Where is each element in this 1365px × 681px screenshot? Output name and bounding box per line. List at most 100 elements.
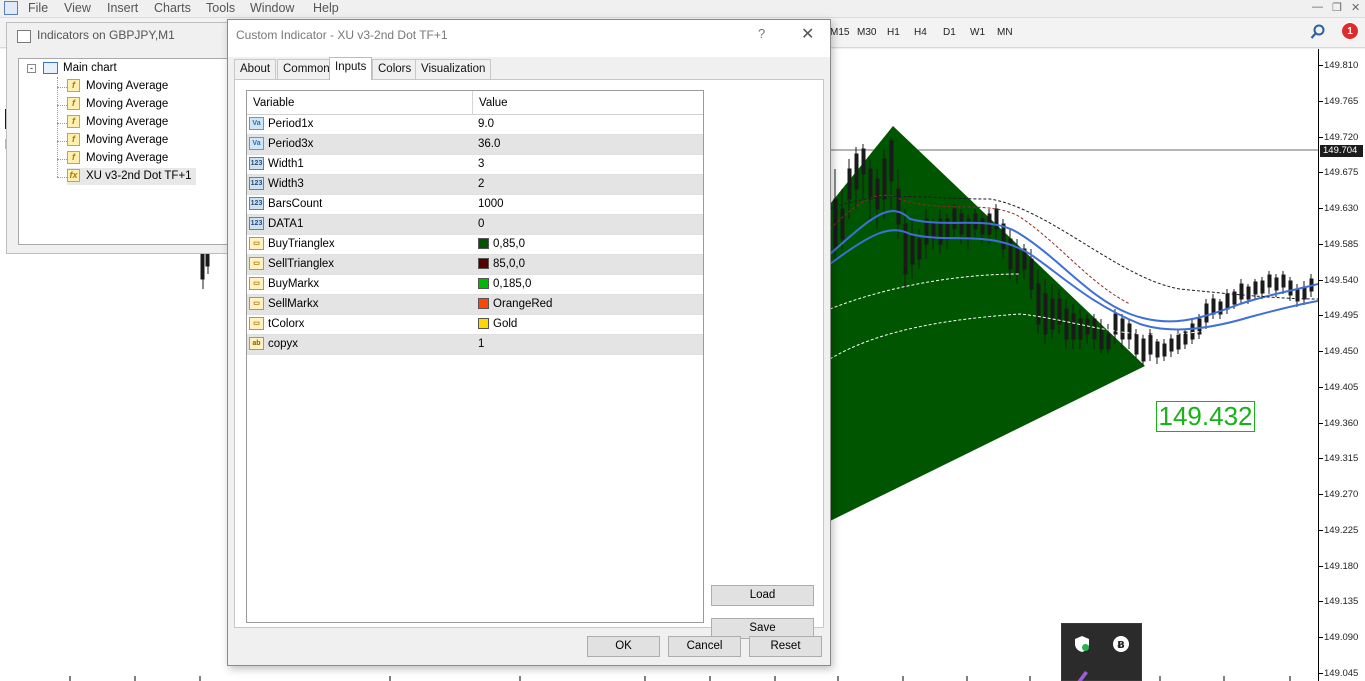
minimize-icon[interactable]: — — [1312, 1, 1323, 13]
custom-indicator-dialog[interactable]: Custom Indicator - XU v3-2nd Dot TF+1 ? … — [227, 19, 831, 666]
variable-name: DATA1 — [268, 218, 304, 230]
close-icon[interactable]: ✕ — [801, 24, 814, 44]
security-shield-icon[interactable] — [1073, 635, 1091, 653]
menu-insert[interactable]: Insert — [107, 1, 138, 15]
table-row[interactable]: 123 Width3 2 — [247, 175, 703, 195]
color-swatch — [478, 298, 489, 310]
table-row[interactable]: 123 Width1 3 — [247, 155, 703, 175]
timeframe-d1[interactable]: D1 — [943, 27, 956, 38]
variable-name: copyx — [268, 338, 299, 350]
table-row[interactable]: Va Period1x 9.0 — [247, 115, 703, 135]
variable-value[interactable]: 1 — [478, 335, 484, 354]
column-variable[interactable]: Variable — [247, 91, 294, 115]
notification-badge[interactable]: 1 — [1341, 22, 1359, 40]
indicators-tree[interactable]: - Main chart f Moving Average f Moving Ave… — [18, 58, 232, 245]
tab-inputs[interactable]: Inputs — [329, 57, 373, 80]
variable-name: SellTrianglex — [268, 258, 335, 270]
function-icon: f — [67, 151, 80, 165]
table-row[interactable]: ▭ BuyTrianglex 0,85,0 — [247, 235, 703, 255]
variable-value: 0,185,0 — [493, 278, 532, 290]
search-icon[interactable] — [1310, 24, 1326, 40]
color-type-icon: ▭ — [249, 237, 264, 251]
indicators-window-icon — [17, 30, 31, 43]
table-row[interactable]: Va Period3x 36.0 — [247, 135, 703, 155]
collapse-toggle[interactable]: - — [27, 64, 36, 73]
cancel-button[interactable]: Cancel — [668, 636, 741, 657]
menu-file[interactable]: File — [28, 1, 48, 15]
price-tick-label: 149.405 — [1324, 382, 1359, 393]
tree-item-custom-indicator[interactable]: fx XU v3-2nd Dot TF+1 — [67, 168, 196, 185]
price-tick-label: 149.540 — [1324, 275, 1359, 286]
color-type-icon: ▭ — [249, 297, 264, 311]
tab-colors[interactable]: Colors — [372, 59, 418, 79]
tree-item-indicator[interactable]: f Moving Average — [67, 114, 168, 131]
variable-name: Width3 — [268, 178, 304, 190]
color-type-icon: ▭ — [249, 317, 264, 331]
price-tick-label: 149.675 — [1324, 167, 1359, 178]
color-type-icon: ▭ — [249, 257, 264, 271]
price-tick-label: 149.180 — [1324, 561, 1359, 572]
table-row[interactable]: ▭ tColorx Gold — [247, 315, 703, 335]
close-window-icon[interactable]: ✕ — [1351, 1, 1360, 14]
variable-value[interactable]: 36.0 — [478, 135, 500, 154]
variable-name: Width1 — [268, 158, 304, 170]
menu-tools[interactable]: Tools — [206, 1, 235, 15]
table-row[interactable]: ab copyx 1 — [247, 335, 703, 355]
table-row[interactable]: 123 DATA1 0 — [247, 215, 703, 235]
column-value[interactable]: Value — [473, 91, 508, 115]
function-icon: f — [67, 115, 80, 129]
menu-bar: File View Insert Charts Tools Window Hel… — [0, 0, 1365, 18]
table-row[interactable]: ▭ SellMarkx OrangeRed — [247, 295, 703, 315]
inputs-table[interactable]: Variable Value Va Period1x 9.0 Va Period3x… — [246, 90, 704, 623]
tab-common[interactable]: Common — [277, 59, 336, 79]
timeframe-m15[interactable]: M15 — [830, 27, 849, 38]
color-type-icon: ▭ — [249, 277, 264, 291]
ok-button[interactable]: OK — [587, 636, 660, 657]
indicators-window[interactable]: Indicators on GBPJPY,M1 - Main chart f Mo… — [6, 22, 232, 254]
load-button[interactable]: Load — [711, 585, 814, 606]
timeframe-w1[interactable]: W1 — [970, 27, 985, 38]
timeframe-h4[interactable]: H4 — [914, 27, 927, 38]
color-swatch — [478, 258, 489, 270]
menu-charts[interactable]: Charts — [154, 1, 191, 15]
table-row[interactable]: ▭ SellTrianglex 85,0,0 — [247, 255, 703, 275]
function-icon: f — [67, 97, 80, 111]
tree-item-indicator[interactable]: f Moving Average — [67, 78, 168, 95]
tree-item-indicator[interactable]: f Moving Average — [67, 96, 168, 113]
variable-value[interactable]: 1000 — [478, 195, 504, 214]
tree-item-indicator[interactable]: f Moving Average — [67, 132, 168, 149]
timeframe-m30[interactable]: M30 — [857, 27, 876, 38]
reset-button[interactable]: Reset — [749, 636, 822, 657]
table-header: Variable Value — [247, 91, 703, 115]
tab-visualization[interactable]: Visualization — [415, 59, 492, 79]
price-tick-label: 149.090 — [1324, 632, 1359, 643]
pen-tray-icon[interactable] — [1073, 668, 1091, 681]
timeframe-h1[interactable]: H1 — [887, 27, 900, 38]
variable-value[interactable]: 9.0 — [478, 115, 494, 134]
menu-view[interactable]: View — [64, 1, 91, 15]
menu-window[interactable]: Window — [250, 1, 294, 15]
tree-item-label: Moving Average — [86, 152, 169, 164]
app-tray-icon[interactable]: Ƀ — [1112, 635, 1130, 653]
variable-value: 0,85,0 — [493, 238, 525, 250]
variable-value[interactable]: 2 — [478, 175, 484, 194]
variable-value: OrangeRed — [493, 298, 553, 310]
variable-value[interactable]: 0 — [478, 215, 484, 234]
tree-item-indicator[interactable]: f Moving Average — [67, 150, 168, 167]
menu-help[interactable]: Help — [313, 1, 339, 15]
price-tick-label: 149.765 — [1324, 96, 1359, 107]
function-icon: f — [67, 133, 80, 147]
string-type-icon: ab — [249, 337, 264, 351]
app-icon — [4, 1, 18, 15]
tree-item-main-chart[interactable]: Main chart — [43, 60, 117, 77]
table-row[interactable]: ▭ BuyMarkx 0,185,0 — [247, 275, 703, 295]
tab-about[interactable]: About — [234, 59, 277, 79]
svg-text:Ƀ: Ƀ — [1117, 640, 1125, 651]
variable-value[interactable]: 3 — [478, 155, 484, 174]
price-tick-label: 149.630 — [1324, 203, 1359, 214]
help-button[interactable]: ? — [758, 26, 765, 41]
price-axis: 149.810 149.765 149.720 149.704 149.675 … — [1318, 49, 1365, 681]
table-row[interactable]: 123 BarsCount 1000 — [247, 195, 703, 215]
restore-icon[interactable]: ❐ — [1332, 1, 1342, 14]
timeframe-mn[interactable]: MN — [997, 27, 1013, 38]
